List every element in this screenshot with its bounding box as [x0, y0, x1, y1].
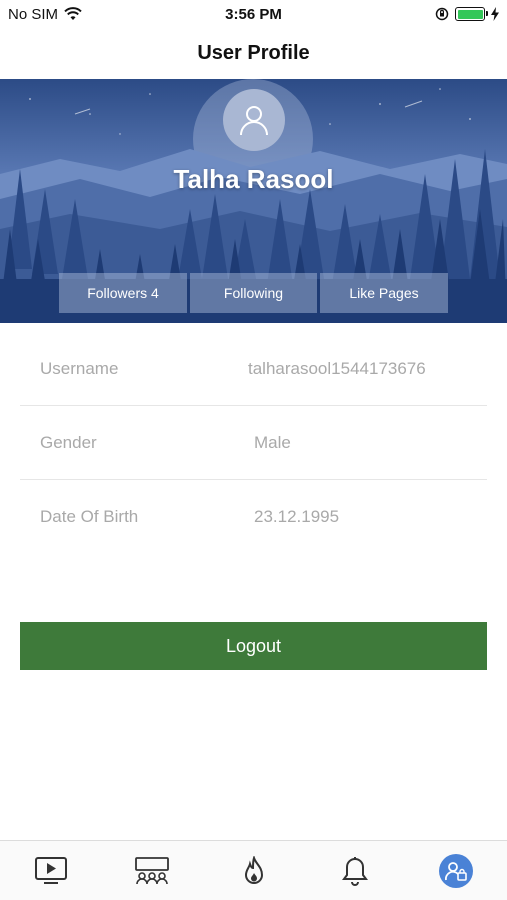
video-play-icon [34, 856, 67, 884]
profile-header: Talha Rasool Followers 4 Following Like … [0, 79, 507, 323]
tab-groups[interactable] [101, 841, 202, 900]
battery-level [457, 9, 483, 19]
status-time: 3:56 PM [225, 5, 282, 23]
status-right [329, 7, 499, 21]
carrier-label: No SIM [8, 5, 59, 23]
detail-row-username: Username talharasool1544173676 [20, 332, 487, 406]
battery-icon [455, 7, 488, 21]
following-button[interactable]: Following [190, 273, 317, 313]
dob-label: Date Of Birth [40, 507, 139, 526]
profile-details: Username talharasool1544173676 Gender Ma… [20, 332, 487, 554]
status-left: No SIM [8, 6, 178, 23]
wifi-icon [64, 7, 82, 20]
profile-icon [445, 861, 468, 881]
orientation-lock-icon [435, 7, 449, 21]
group-icon [135, 856, 170, 884]
tab-notifications[interactable] [304, 841, 405, 900]
page-title: User Profile [197, 41, 310, 64]
gender-value: Male [254, 432, 291, 452]
logout-button[interactable]: Logout [20, 622, 487, 670]
username-label: Username [40, 358, 119, 378]
gender-label: Gender [40, 432, 97, 452]
user-icon [240, 106, 268, 136]
like-pages-button[interactable]: Like Pages [320, 273, 448, 313]
tab-bar [0, 840, 507, 900]
charging-icon [491, 7, 499, 21]
profile-name: Talha Rasool [173, 164, 334, 194]
bell-icon [341, 856, 368, 886]
tab-videos[interactable] [0, 841, 101, 900]
nav-bar: User Profile [0, 28, 507, 78]
username-value: talharasool1544173676 [248, 358, 426, 378]
detail-row-gender: Gender Male [20, 406, 487, 480]
tab-trending[interactable] [203, 841, 304, 900]
flame-icon [244, 855, 263, 884]
dob-value: 23.12.1995 [254, 507, 340, 526]
detail-row-dob: Date Of Birth 23.12.1995 [20, 480, 487, 554]
followers-button[interactable]: Followers 4 [59, 273, 187, 313]
avatar[interactable] [223, 89, 285, 151]
profile-stats: Followers 4 Following Like Pages [59, 273, 448, 313]
active-tab-indicator [439, 853, 474, 888]
status-bar: No SIM 3:56 PM [0, 0, 507, 28]
tab-profile[interactable] [406, 841, 507, 900]
